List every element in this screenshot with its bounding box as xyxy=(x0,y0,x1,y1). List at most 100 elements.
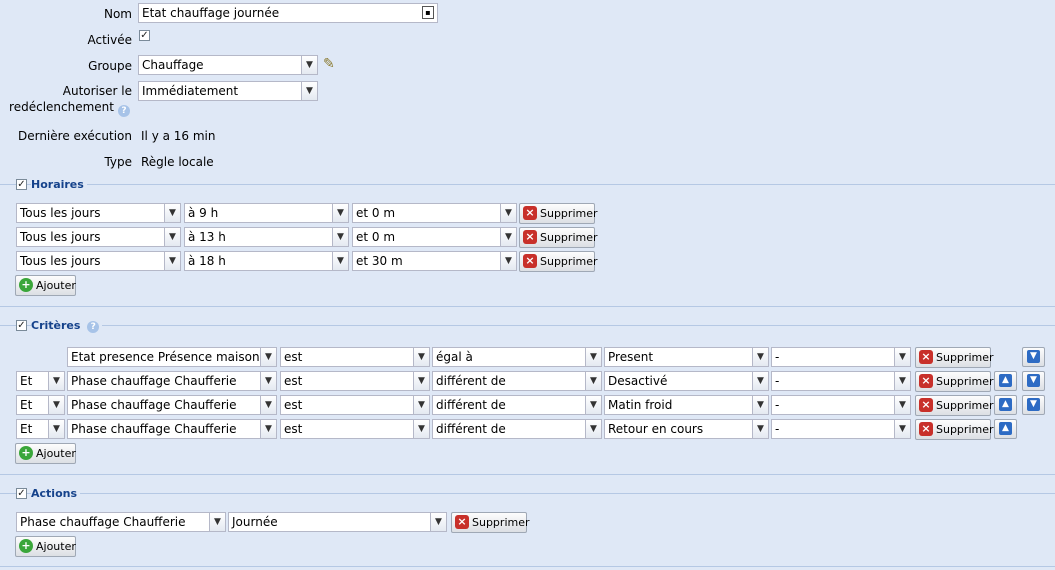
chevron-down-icon[interactable]: ▼ xyxy=(48,395,65,415)
move-down-button[interactable]: ▼ xyxy=(1022,395,1045,415)
critere-delete-button[interactable]: × Supprimer xyxy=(915,371,994,392)
groupe-select[interactable]: Chauffage ▼ xyxy=(138,55,318,75)
horaire-jour-select[interactable]: Tous les jours ▼ xyxy=(16,227,181,247)
chevron-down-icon[interactable]: ▼ xyxy=(260,371,277,391)
help-icon[interactable]: ? xyxy=(87,321,100,333)
chevron-down-icon[interactable]: ▼ xyxy=(500,251,517,271)
actions-checkbox[interactable]: ✓ xyxy=(16,488,27,499)
chevron-down-icon[interactable]: ▼ xyxy=(260,347,277,367)
chevron-down-icon[interactable]: ▼ xyxy=(752,419,769,439)
critere-delete-button[interactable]: × Supprimer xyxy=(915,419,994,440)
horaire-delete-button[interactable]: × Supprimer xyxy=(519,203,598,224)
autoriser-select[interactable]: Immédiatement ▼ xyxy=(138,81,318,101)
critere-delete-button[interactable]: × Supprimer xyxy=(915,347,994,368)
critere-op-select[interactable]: égal à ▼ xyxy=(432,347,602,367)
chevron-down-icon[interactable]: ▼ xyxy=(500,227,517,247)
help-icon[interactable]: ? xyxy=(118,102,130,117)
critere-value-select[interactable]: Retour en cours ▼ xyxy=(604,419,769,439)
chevron-down-icon[interactable]: ▼ xyxy=(332,251,349,271)
chevron-down-icon[interactable]: ▼ xyxy=(301,81,318,101)
criteres-checkbox[interactable]: ✓ xyxy=(16,320,27,331)
critere-value-select[interactable]: Desactivé ▼ xyxy=(604,371,769,391)
move-down-button[interactable]: ▼ xyxy=(1022,371,1045,391)
action-device-select[interactable]: Phase chauffage Chaufferie ▼ xyxy=(16,512,226,532)
critere-device-select[interactable]: Etat presence Présence maison ▼ xyxy=(67,347,277,367)
horaire-jour-select[interactable]: Tous les jours ▼ xyxy=(16,203,181,223)
critere-extra-select[interactable]: - ▼ xyxy=(771,347,911,367)
critere-value-select[interactable]: Present ▼ xyxy=(604,347,769,367)
move-down-button[interactable]: ▼ xyxy=(1022,347,1045,367)
chevron-down-icon[interactable]: ▼ xyxy=(585,419,602,439)
chevron-down-icon[interactable]: ▼ xyxy=(752,395,769,415)
horaire-heure-select[interactable]: à 13 h ▼ xyxy=(184,227,349,247)
chevron-down-icon[interactable]: ▼ xyxy=(413,347,430,367)
chevron-down-icon[interactable]: ▼ xyxy=(164,251,181,271)
critere-extra-select[interactable]: - ▼ xyxy=(771,371,911,391)
critere-op-select[interactable]: différent de ▼ xyxy=(432,371,602,391)
horaire-delete-button[interactable]: × Supprimer xyxy=(519,251,598,272)
chevron-down-icon[interactable]: ▼ xyxy=(413,395,430,415)
horaire-minute-select[interactable]: et 0 m ▼ xyxy=(352,227,517,247)
chevron-down-icon[interactable]: ▼ xyxy=(752,371,769,391)
actions-add-button[interactable]: + Ajouter xyxy=(15,536,76,557)
horaire-delete-button[interactable]: × Supprimer xyxy=(519,227,598,248)
horaire-minute-select[interactable]: et 30 m ▼ xyxy=(352,251,517,271)
horaire-minute-select-value: et 30 m xyxy=(352,251,500,271)
chevron-down-icon[interactable]: ▼ xyxy=(585,395,602,415)
critere-delete-button[interactable]: × Supprimer xyxy=(915,395,994,416)
critere-verb-select[interactable]: est ▼ xyxy=(280,395,430,415)
action-delete-button[interactable]: × Supprimer xyxy=(451,512,530,533)
chevron-down-icon[interactable]: ▼ xyxy=(585,371,602,391)
critere-extra-select[interactable]: - ▼ xyxy=(771,395,911,415)
contact-card-icon[interactable]: ▪ xyxy=(422,6,434,19)
chevron-down-icon[interactable]: ▼ xyxy=(164,227,181,247)
critere-extra-select[interactable]: - ▼ xyxy=(771,419,911,439)
critere-device-select[interactable]: Phase chauffage Chaufferie ▼ xyxy=(67,419,277,439)
critere-device-select[interactable]: Phase chauffage Chaufferie ▼ xyxy=(67,395,277,415)
critere-op-select[interactable]: différent de ▼ xyxy=(432,395,602,415)
chevron-down-icon[interactable]: ▼ xyxy=(585,347,602,367)
critere-conj-select[interactable]: Et ▼ xyxy=(16,419,65,439)
chevron-down-icon[interactable]: ▼ xyxy=(332,227,349,247)
critere-verb-select[interactable]: est ▼ xyxy=(280,347,430,367)
critere-verb-select[interactable]: est ▼ xyxy=(280,371,430,391)
chevron-down-icon[interactable]: ▼ xyxy=(430,512,447,532)
chevron-down-icon[interactable]: ▼ xyxy=(209,512,226,532)
chevron-down-icon[interactable]: ▼ xyxy=(413,371,430,391)
chevron-down-icon[interactable]: ▼ xyxy=(752,347,769,367)
criteres-add-button[interactable]: + Ajouter xyxy=(15,443,76,464)
chevron-down-icon[interactable]: ▼ xyxy=(894,419,911,439)
move-up-button[interactable]: ▲ xyxy=(994,395,1017,415)
chevron-down-icon[interactable]: ▼ xyxy=(894,395,911,415)
chevron-down-icon[interactable]: ▼ xyxy=(332,203,349,223)
move-up-button[interactable]: ▲ xyxy=(994,419,1017,439)
pencil-icon[interactable]: ✎ xyxy=(323,56,335,72)
chevron-down-icon[interactable]: ▼ xyxy=(164,203,181,223)
nom-input[interactable]: Etat chauffage journée ▪ xyxy=(138,3,438,23)
horaire-heure-select[interactable]: à 18 h ▼ xyxy=(184,251,349,271)
chevron-down-icon[interactable]: ▼ xyxy=(500,203,517,223)
horaires-add-button[interactable]: + Ajouter xyxy=(15,275,76,296)
action-value-select[interactable]: Journée ▼ xyxy=(228,512,447,532)
critere-conj-select[interactable]: Et ▼ xyxy=(16,395,65,415)
chevron-down-icon[interactable]: ▼ xyxy=(48,371,65,391)
chevron-down-icon[interactable]: ▼ xyxy=(894,347,911,367)
critere-verb-select[interactable]: est ▼ xyxy=(280,419,430,439)
chevron-down-icon[interactable]: ▼ xyxy=(413,419,430,439)
chevron-down-icon[interactable]: ▼ xyxy=(894,371,911,391)
chevron-down-icon[interactable]: ▼ xyxy=(260,419,277,439)
horaire-minute-select[interactable]: et 0 m ▼ xyxy=(352,203,517,223)
critere-device-select[interactable]: Phase chauffage Chaufferie ▼ xyxy=(67,371,277,391)
critere-value-select[interactable]: Matin froid ▼ xyxy=(604,395,769,415)
derniere-label: Dernière exécution xyxy=(17,129,132,143)
chevron-down-icon[interactable]: ▼ xyxy=(48,419,65,439)
horaire-jour-select[interactable]: Tous les jours ▼ xyxy=(16,251,181,271)
chevron-down-icon[interactable]: ▼ xyxy=(260,395,277,415)
horaires-checkbox[interactable]: ✓ xyxy=(16,179,27,190)
critere-op-select[interactable]: différent de ▼ xyxy=(432,419,602,439)
horaire-heure-select[interactable]: à 9 h ▼ xyxy=(184,203,349,223)
move-up-button[interactable]: ▲ xyxy=(994,371,1017,391)
chevron-down-icon[interactable]: ▼ xyxy=(301,55,318,75)
critere-conj-select[interactable]: Et ▼ xyxy=(16,371,65,391)
activee-checkbox[interactable]: ✓ xyxy=(139,30,150,41)
